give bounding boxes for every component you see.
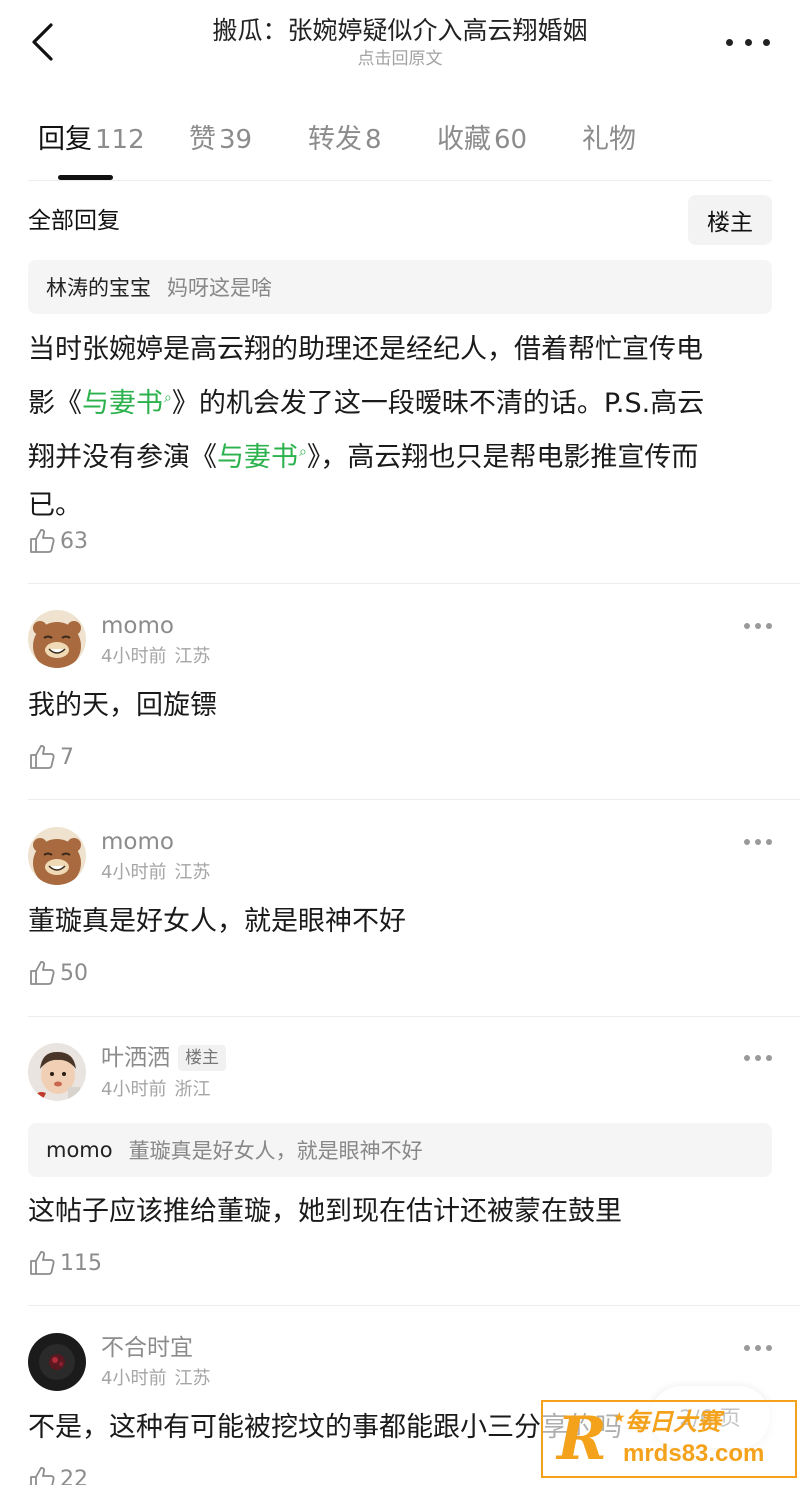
- avatar[interactable]: [28, 610, 86, 668]
- thumbs-up-icon: [30, 961, 55, 985]
- divider: [28, 180, 772, 181]
- more-dots-icon: [744, 839, 750, 845]
- watermark-text: 每日大赛: [625, 1408, 721, 1436]
- comment-more-button[interactable]: [744, 1054, 772, 1062]
- thumbs-up-icon: [30, 745, 55, 769]
- watermark-url: mrds83.com: [623, 1440, 765, 1467]
- back-button[interactable]: [22, 20, 62, 64]
- like-count: 22: [60, 1466, 88, 1485]
- divider: [28, 583, 800, 584]
- topic-link[interactable]: 与妻书⌕: [217, 442, 307, 473]
- tab-reposts[interactable]: 转发 8: [308, 118, 382, 162]
- reply-body: 当时张婉婷是高云翔的助理还是经纪人，借着帮忙宣传电 影《与妻书⌕》的机会发了这一…: [28, 326, 760, 530]
- like-count: 50: [60, 960, 88, 986]
- quoted-comment[interactable]: 林涛的宝宝 妈呀这是啥: [28, 260, 772, 314]
- dark-avatar-icon: [28, 1333, 86, 1391]
- like-button[interactable]: 7: [28, 740, 74, 774]
- reply-line: 影《与妻书⌕》的机会发了这一段暧昧不清的话。P.S.高云: [28, 388, 705, 419]
- like-count: 7: [60, 744, 74, 770]
- page-title: 搬瓜：张婉婷疑似介入高云翔婚姻: [212, 16, 588, 45]
- more-dots-icon: [744, 623, 750, 629]
- watermark-r-icon: R: [557, 1404, 607, 1474]
- like-count: 63: [60, 528, 88, 554]
- back-to-original-link[interactable]: 点击回原文: [120, 48, 680, 70]
- comment-text: 这帖子应该推给董璇，她到现在估计还被蒙在鼓里: [28, 1196, 622, 1227]
- reply-line: 已。: [28, 490, 82, 521]
- comment-meta: 4小时前 江苏: [101, 646, 211, 667]
- star-icon: ★: [613, 1410, 626, 1426]
- quoted-comment[interactable]: momo 董璇真是好女人，就是眼神不好: [28, 1123, 772, 1177]
- comment-more-button[interactable]: [744, 838, 772, 846]
- tab-gifts[interactable]: 礼物: [582, 118, 636, 162]
- bear-avatar-icon: [28, 610, 86, 668]
- more-options-button[interactable]: [726, 32, 770, 52]
- like-button[interactable]: 22: [28, 1462, 88, 1485]
- thumbs-up-icon: [30, 1467, 55, 1485]
- comment-meta: 4小时前 江苏: [101, 1368, 211, 1389]
- watermark-logo: R ★ 每日大赛 mrds83.com: [541, 1400, 797, 1478]
- all-replies-label: 全部回复: [28, 208, 120, 234]
- comment-username[interactable]: momo: [101, 611, 174, 641]
- back-arrow-icon: [32, 23, 53, 61]
- comment-username[interactable]: 叶洒洒 楼主: [101, 1043, 226, 1073]
- tab-likes[interactable]: 赞 39: [189, 118, 252, 162]
- like-count: 115: [60, 1250, 102, 1276]
- divider: [28, 1305, 800, 1306]
- comment-text: 我的天，回旋镖: [28, 690, 217, 721]
- reply-line: 翔并没有参演《与妻书⌕》，高云翔也只是帮电影推宣传而: [28, 442, 699, 473]
- thumbs-up-icon: [30, 1251, 55, 1275]
- top-bar: 搬瓜：张婉婷疑似介入高云翔婚姻 点击回原文: [0, 0, 800, 90]
- comment-more-button[interactable]: [744, 1344, 772, 1352]
- comment-username[interactable]: 不合时宜: [101, 1333, 193, 1363]
- like-button[interactable]: 50: [28, 956, 88, 990]
- more-dots-icon: [744, 1345, 750, 1351]
- tab-bar: 回复 112 赞 39 转发 8 收藏 60 礼物: [0, 118, 800, 180]
- more-dots-icon: [744, 1055, 750, 1061]
- quote-username: 林涛的宝宝: [46, 276, 151, 300]
- avatar[interactable]: [28, 1043, 86, 1101]
- comment-meta: 4小时前 江苏: [101, 862, 211, 883]
- op-only-button[interactable]: 楼主: [688, 195, 772, 245]
- tab-favorites[interactable]: 收藏 60: [437, 118, 527, 162]
- search-icon: ⌕: [164, 390, 172, 406]
- like-button[interactable]: 63: [28, 524, 88, 558]
- more-dots-icon: [726, 38, 733, 46]
- tab-replies[interactable]: 回复 112: [38, 118, 145, 162]
- avatar[interactable]: [28, 827, 86, 885]
- like-button[interactable]: 115: [28, 1246, 102, 1280]
- title-area[interactable]: 搬瓜：张婉婷疑似介入高云翔婚姻 点击回原文: [120, 14, 680, 70]
- comment-more-button[interactable]: [744, 622, 772, 630]
- reply-line: 当时张婉婷是高云翔的助理还是经纪人，借着帮忙宣传电: [28, 334, 703, 365]
- quote-text: 董璇真是好女人，就是眼神不好: [128, 1139, 423, 1163]
- topic-link[interactable]: 与妻书⌕: [82, 388, 172, 419]
- comment-text: 董璇真是好女人，就是眼神不好: [28, 906, 406, 937]
- child-avatar-icon: [28, 1043, 86, 1101]
- search-icon: ⌕: [299, 444, 307, 460]
- quote-text: 妈呀这是啥: [167, 276, 272, 300]
- quote-username: momo: [46, 1138, 113, 1162]
- comment-username[interactable]: momo: [101, 827, 174, 857]
- op-badge: 楼主: [178, 1045, 226, 1071]
- thumbs-up-icon: [30, 529, 55, 553]
- bear-avatar-icon: [28, 827, 86, 885]
- avatar[interactable]: [28, 1333, 86, 1391]
- comment-meta: 4小时前 浙江: [101, 1079, 211, 1100]
- divider: [28, 1016, 800, 1017]
- divider: [28, 799, 800, 800]
